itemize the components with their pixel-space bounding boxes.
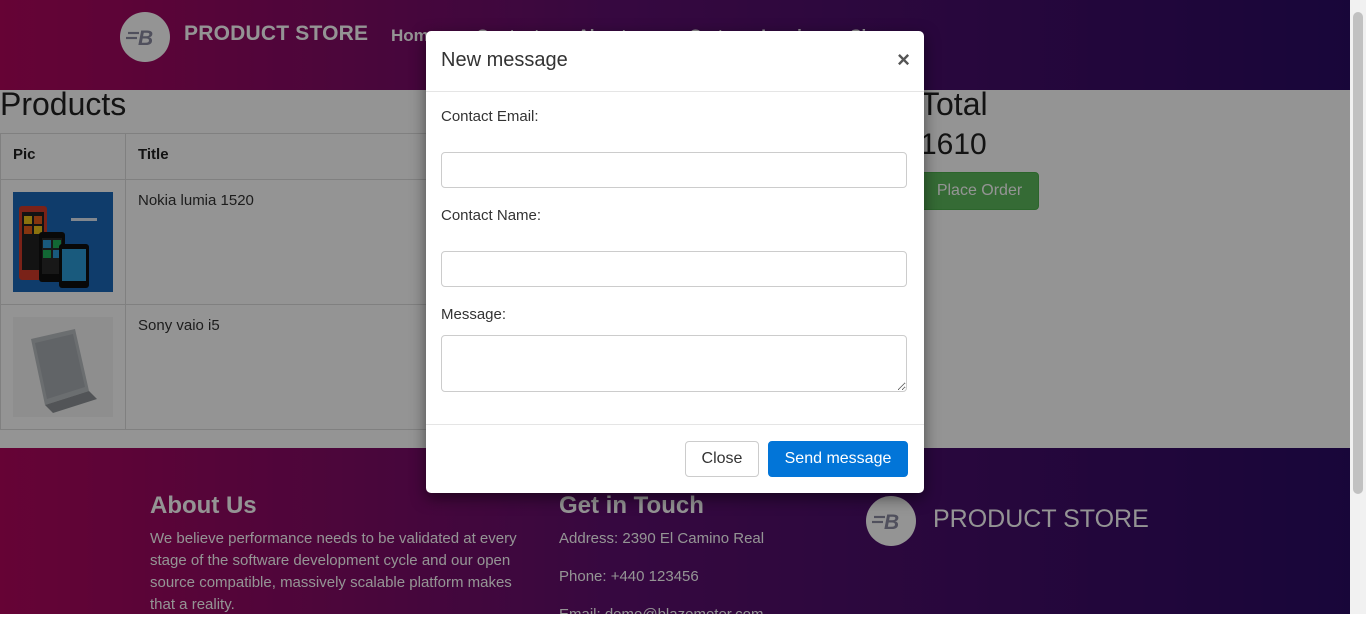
close-icon[interactable]: × <box>897 47 910 73</box>
modal-footer: Close Send message <box>426 424 924 494</box>
close-button[interactable]: Close <box>685 441 759 477</box>
page-scrollbar[interactable] <box>1350 0 1366 614</box>
modal-title: New message <box>441 49 568 71</box>
new-message-modal: New message × Contact Email: Contact Nam… <box>426 31 924 493</box>
send-message-button[interactable]: Send message <box>768 441 908 477</box>
contact-name-input[interactable] <box>441 251 907 287</box>
message-textarea[interactable] <box>441 335 907 392</box>
message-label: Message: <box>441 306 507 323</box>
scrollbar-thumb[interactable] <box>1353 12 1363 494</box>
contact-email-input[interactable] <box>441 152 907 188</box>
contact-email-label: Contact Email: <box>441 108 539 125</box>
contact-name-label: Contact Name: <box>441 207 542 224</box>
modal-header: New message × <box>426 31 924 92</box>
